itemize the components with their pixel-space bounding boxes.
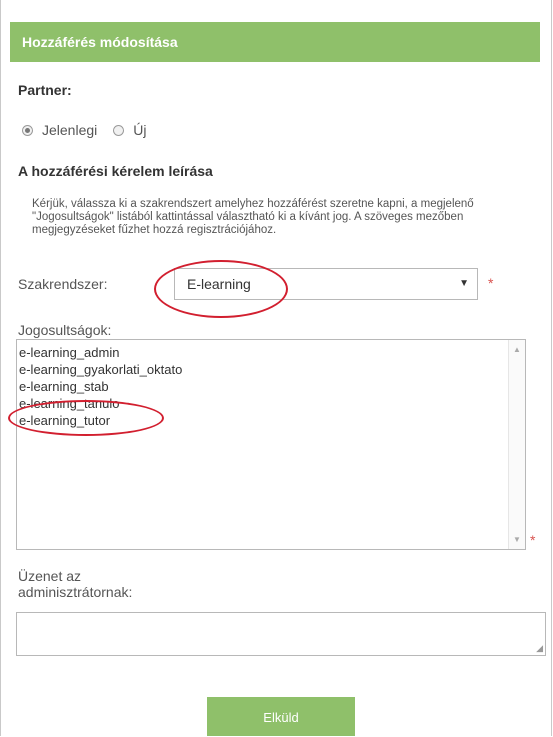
list-item-gyakorlati-oktato[interactable]: e-learning_gyakorlati_oktato	[17, 361, 182, 378]
radio-current[interactable]	[22, 124, 33, 136]
highlight-tanulo-ellipse	[8, 400, 164, 436]
submit-button[interactable]: Elküld	[207, 697, 355, 736]
request-title: A hozzáférési kérelem leírása	[18, 163, 213, 179]
partner-radio-group: Jelenlegi Új	[22, 122, 163, 138]
form-header: Hozzáférés módosítása	[10, 22, 540, 62]
list-item-admin[interactable]: e-learning_admin	[17, 344, 182, 361]
system-label: Szakrendszer:	[18, 276, 108, 292]
scroll-up-icon[interactable]: ▲	[513, 345, 521, 354]
message-textarea[interactable]: ◢	[16, 612, 546, 656]
radio-new-label[interactable]: Új	[133, 122, 146, 138]
scroll-down-icon[interactable]: ▼	[513, 535, 521, 544]
listbox-scrollbar[interactable]: ▲ ▼	[508, 340, 525, 549]
rights-label: Jogosultságok:	[18, 322, 112, 338]
resize-grip-icon[interactable]: ◢	[536, 643, 543, 654]
partner-label: Partner:	[18, 82, 72, 98]
form-title: Hozzáférés módosítása	[22, 34, 178, 50]
message-label: Üzenet az adminisztrátornak:	[18, 568, 133, 600]
request-description: Kérjük, válassza ki a szakrendszert amel…	[32, 198, 474, 236]
chevron-down-icon[interactable]: ▼	[459, 269, 469, 299]
radio-current-label[interactable]: Jelenlegi	[42, 122, 97, 138]
system-required-mark: *	[488, 275, 494, 291]
list-item-stab[interactable]: e-learning_stab	[17, 378, 182, 395]
rights-required-mark: *	[530, 532, 536, 548]
rights-listbox[interactable]: e-learning_admin e-learning_gyakorlati_o…	[16, 339, 526, 550]
highlight-system-ellipse	[154, 260, 288, 318]
radio-new[interactable]	[113, 124, 125, 136]
